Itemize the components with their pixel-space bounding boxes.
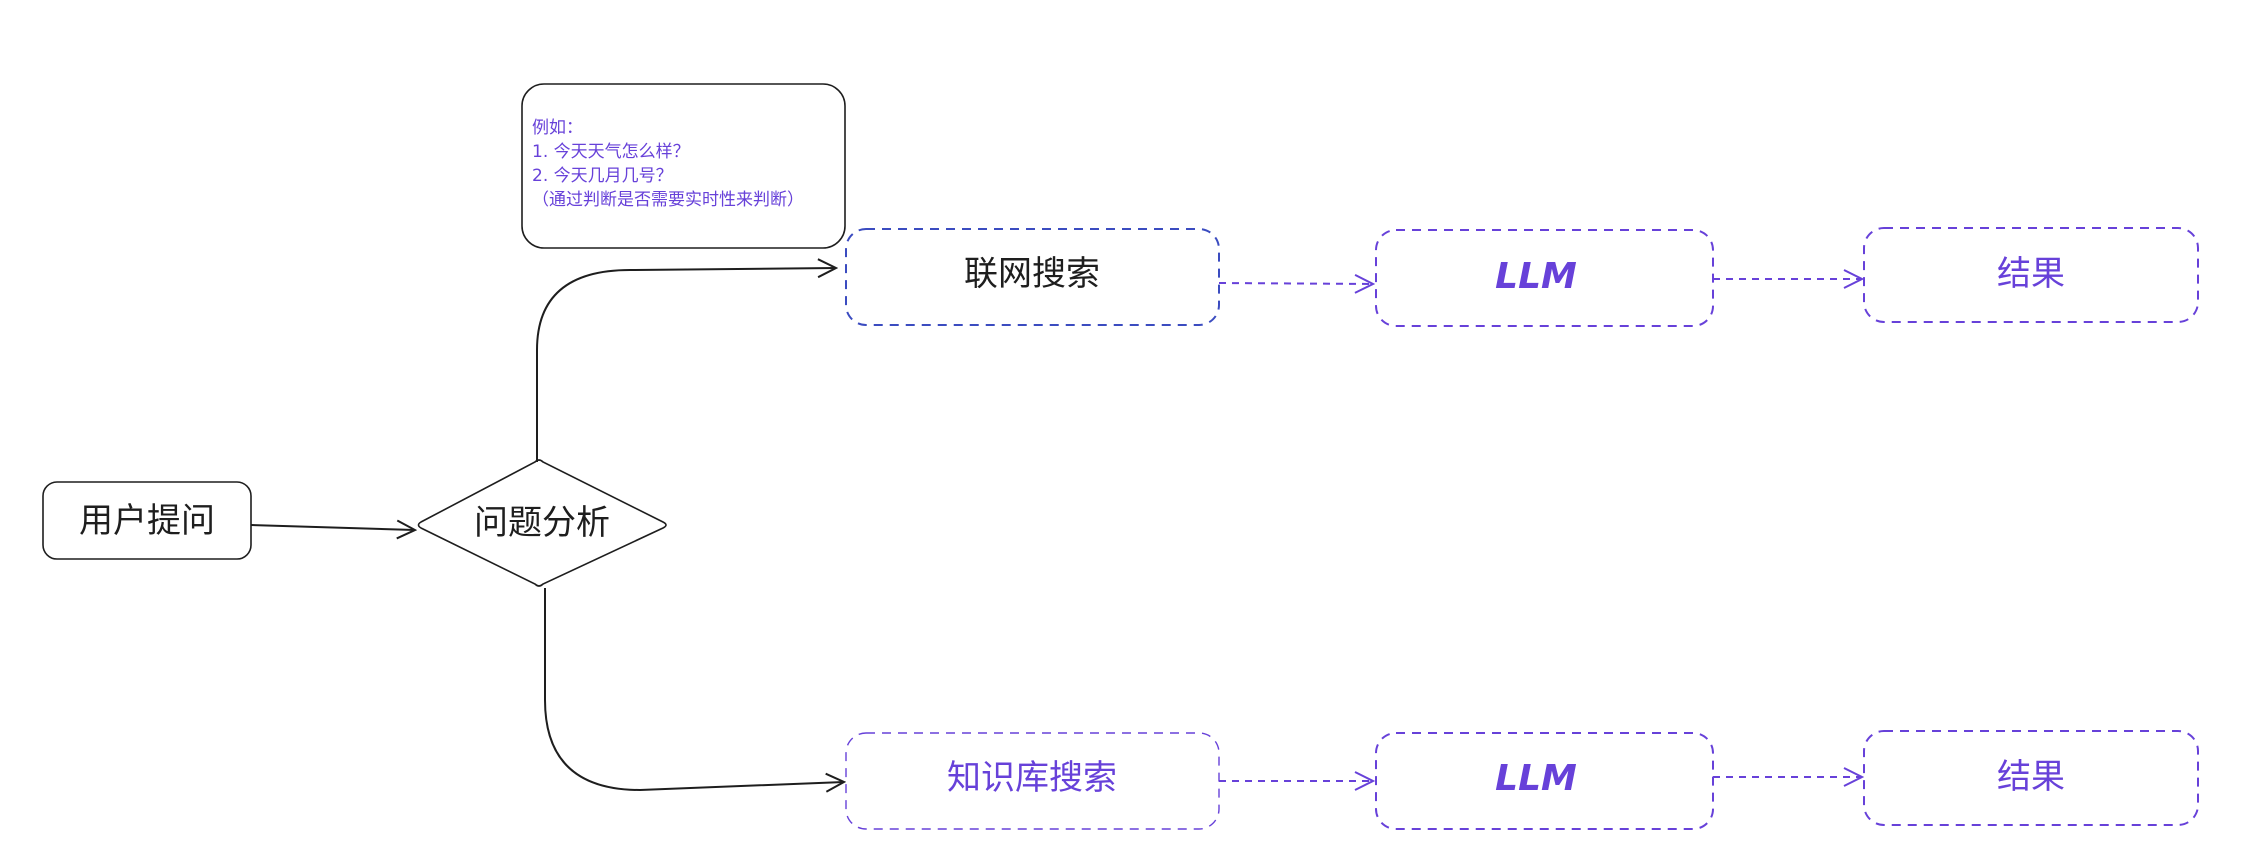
- llm-bottom-node: LLM: [1375, 732, 1714, 830]
- result-top-label: 结果: [1997, 254, 2065, 294]
- problem-analysis-node: 问题分析: [417, 459, 667, 587]
- result-top-node: 结果: [1863, 227, 2199, 323]
- example-note-line-3: 2. 今天几月几号？: [532, 166, 673, 186]
- arrow-analysis-to-knowledge-search: [544, 588, 844, 790]
- web-search-label: 联网搜索: [964, 254, 1100, 294]
- arrow-web-search-to-llm: [1218, 283, 1373, 284]
- user-question-node: 用户提问: [42, 481, 252, 560]
- flowchart-canvas: 例如： 1. 今天天气怎么样？ 2. 今天几月几号？ （通过判断是否需要实时性来…: [42, 83, 2199, 830]
- example-note-line-4: （通过判断是否需要实时性来判断）: [532, 190, 804, 210]
- example-note: 例如： 1. 今天天气怎么样？ 2. 今天几月几号？ （通过判断是否需要实时性来…: [521, 83, 846, 249]
- user-question-label: 用户提问: [79, 501, 215, 541]
- knowledge-search-node: 知识库搜索: [845, 732, 1220, 830]
- result-bottom-node: 结果: [1863, 730, 2199, 826]
- llm-bottom-label: LLM: [1495, 758, 1577, 799]
- example-note-line-2: 1. 今天天气怎么样？: [532, 142, 690, 162]
- llm-top-node: LLM: [1375, 229, 1714, 327]
- arrow-analysis-to-web-search: [536, 268, 836, 462]
- arrow-question-to-analysis: [250, 525, 415, 530]
- web-search-node: 联网搜索: [845, 228, 1220, 326]
- knowledge-search-label: 知识库搜索: [947, 758, 1117, 798]
- example-note-line-1: 例如：: [532, 118, 583, 138]
- problem-analysis-label: 问题分析: [474, 503, 610, 543]
- result-bottom-label: 结果: [1997, 757, 2065, 797]
- llm-top-label: LLM: [1495, 256, 1577, 297]
